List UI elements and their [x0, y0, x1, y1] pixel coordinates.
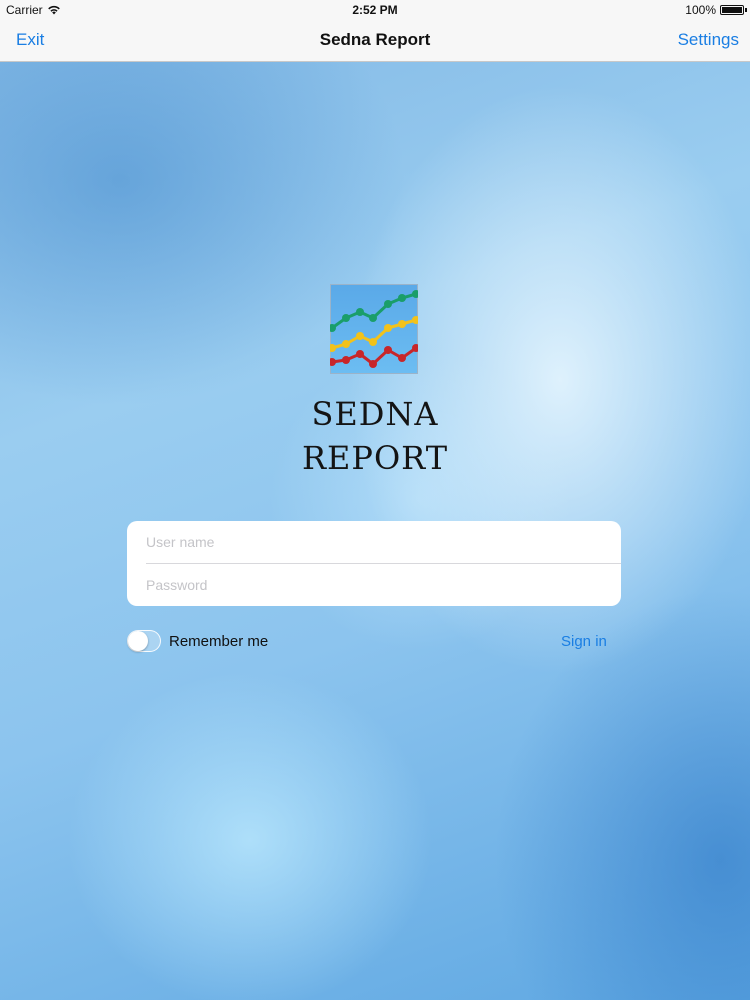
app-brand-name: SEDNA REPORT: [0, 392, 750, 480]
battery-percent: 100%: [685, 3, 716, 17]
login-form: [127, 521, 621, 606]
brand-line-1: SEDNA: [311, 395, 439, 433]
background-image: [0, 0, 750, 1000]
password-input[interactable]: [146, 564, 606, 606]
exit-button[interactable]: Exit: [16, 30, 44, 50]
line-chart-logo-icon: [330, 284, 418, 374]
toggle-knob: [128, 631, 148, 651]
settings-button[interactable]: Settings: [678, 30, 739, 50]
status-right: 100%: [685, 3, 747, 17]
remember-me-label: Remember me: [169, 633, 269, 650]
battery-icon: [720, 5, 747, 15]
status-time: 2:52 PM: [352, 3, 398, 17]
status-bar: Carrier 2:52 PM 100%: [0, 0, 750, 20]
brand-line-2: REPORT: [301, 439, 449, 477]
navigation-bar: Sedna Report Exit Settings: [0, 20, 750, 62]
page-title: Sedna Report: [319, 30, 431, 49]
username-field-row: [127, 521, 621, 563]
remember-me-toggle[interactable]: [127, 630, 161, 652]
password-field-row: [127, 564, 621, 606]
sign-in-button[interactable]: Sign in: [561, 633, 607, 650]
username-input[interactable]: [146, 521, 606, 563]
